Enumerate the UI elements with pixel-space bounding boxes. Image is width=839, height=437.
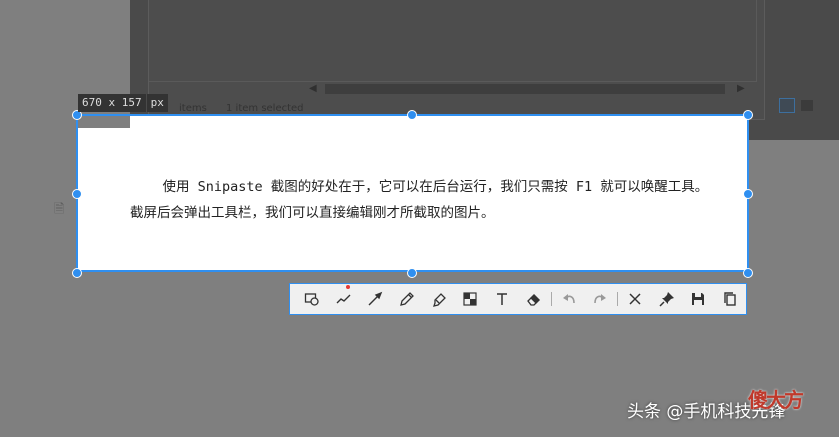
captured-text-line-2: 截屏后会弹出工具栏，我们可以直接编辑刚才所截取的图片。 [130,205,495,221]
horizontal-scrollbar[interactable]: ◀ ▶ [309,82,749,96]
large-icons-view-button[interactable] [801,100,813,111]
arrow-tool-button[interactable] [359,284,391,314]
eraser-tool-button[interactable] [518,284,550,314]
shape-tool-button[interactable] [296,284,328,314]
copy-icon [724,292,736,306]
redo-icon [594,294,607,304]
pin-icon [659,292,674,307]
details-view-button[interactable] [779,98,795,113]
toolbar-separator [617,292,619,306]
eraser-icon [527,294,540,306]
undo-button[interactable] [553,284,585,314]
annotation-toolbar [289,283,747,315]
resize-handle-top[interactable] [407,110,417,120]
active-indicator [346,285,351,289]
marker-icon [432,293,446,307]
text-tool-button[interactable] [486,284,518,314]
captured-text: 使用 Snipaste 截图的好处在于，它可以在后台运行，我们只需按 F1 就可… [130,174,747,226]
selection-size-label: 670 x 157 px [78,94,168,112]
resize-handle-bottom-left[interactable] [72,268,82,278]
capture-selection[interactable]: 使用 Snipaste 截图的好处在于，它可以在后台运行，我们只需按 F1 就可… [76,114,749,272]
undo-icon [562,294,575,304]
arrow-icon [368,291,383,306]
close-button[interactable] [619,284,651,314]
scroll-right-icon[interactable]: ▶ [737,82,749,96]
polyline-icon [336,294,351,304]
close-icon [629,293,641,305]
resize-handle-bottom-right[interactable] [743,268,753,278]
copy-button[interactable] [714,284,746,314]
marker-tool-button[interactable] [423,284,455,314]
selection-size-value: 670 x 157 [78,94,146,112]
text-icon [497,293,508,305]
redo-button[interactable] [584,284,616,314]
explorer-content-pane [149,0,757,82]
dimmed-corner [78,116,130,128]
watermark-logo: 傻大方 [748,388,804,412]
save-button[interactable] [683,284,715,314]
selection-size-unit: px [146,94,168,112]
pin-button[interactable] [651,284,683,314]
document-icon: 🗎 [54,202,65,217]
mosaic-tool-button[interactable] [455,284,487,314]
status-items-count: items [179,103,207,114]
scroll-thumb[interactable] [325,84,725,94]
polyline-tool-button[interactable] [328,284,360,314]
explorer-window-frame: ◀ ▶ items 1 item selected [148,0,813,120]
captured-text-line-1: 使用 Snipaste 截图的好处在于，它可以在后台运行，我们只需按 F1 就可… [130,179,709,195]
status-selected: 1 item selected [226,103,304,114]
toolbar-separator [550,292,552,306]
mosaic-icon [463,292,478,306]
resize-handle-right[interactable] [743,189,753,199]
pencil-icon [400,292,414,306]
resize-handle-left[interactable] [72,189,82,199]
pencil-tool-button[interactable] [391,284,423,314]
resize-handle-top-right[interactable] [743,110,753,120]
scroll-left-icon[interactable]: ◀ [309,82,321,96]
rectangle-ellipse-icon [304,293,319,306]
resize-handle-bottom[interactable] [407,268,417,278]
save-icon [692,293,705,305]
